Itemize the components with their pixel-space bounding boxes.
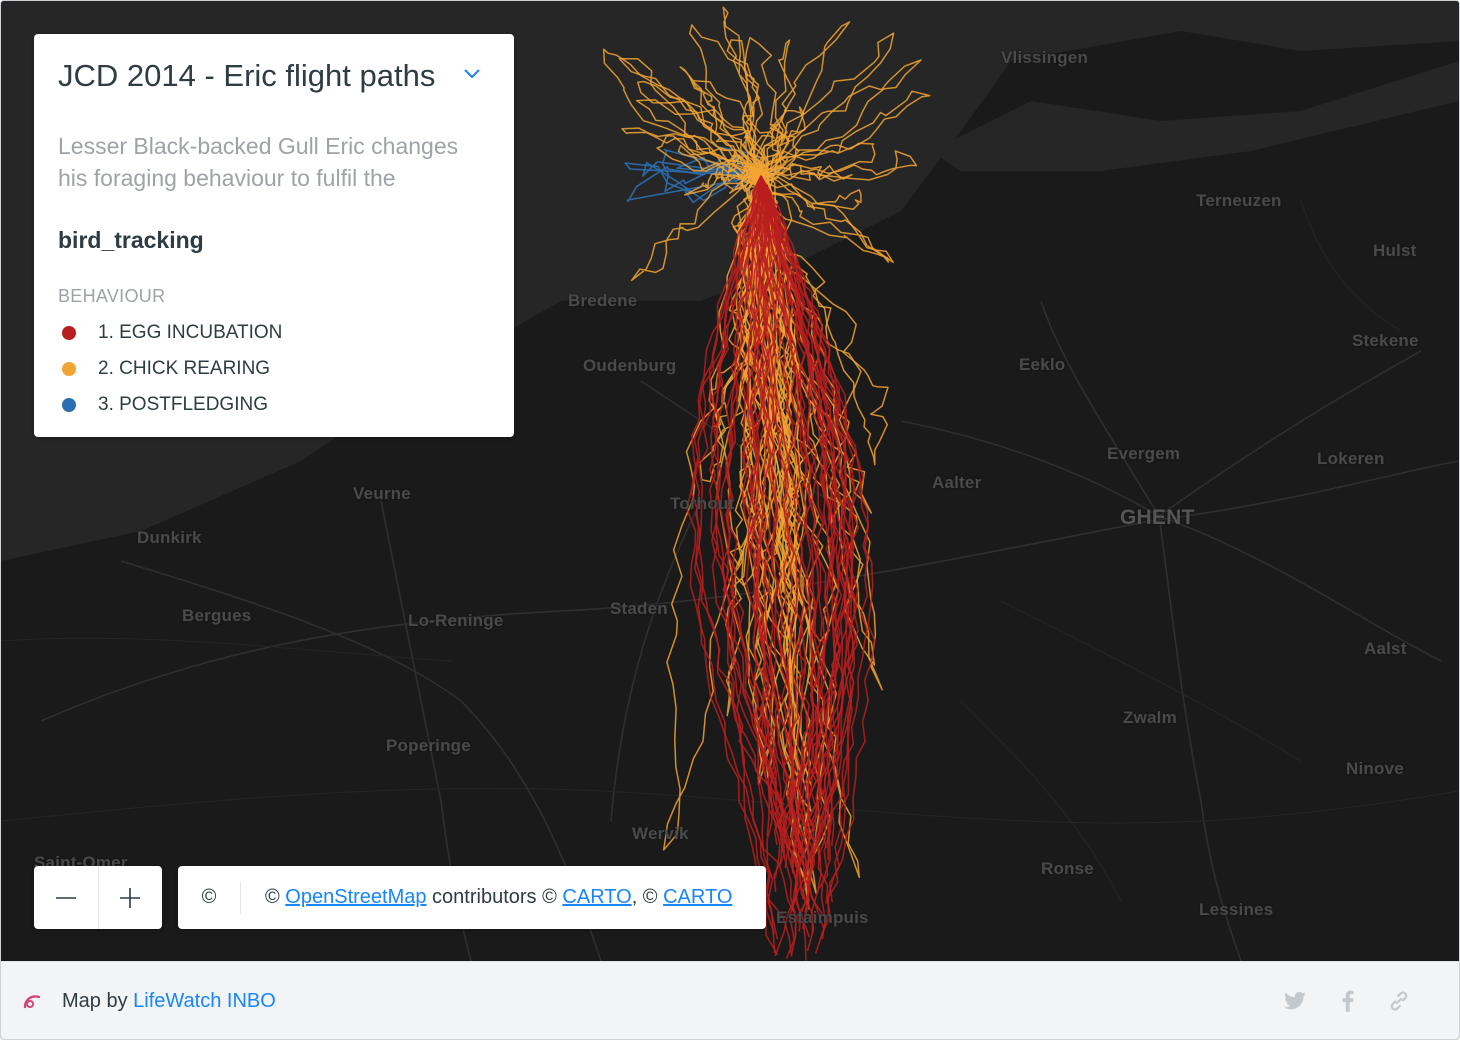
place-label: Oudenburg: [583, 356, 677, 375]
place-label: Aalter: [932, 473, 982, 492]
place-label: Bergues: [182, 606, 252, 625]
place-label: Bredene: [568, 291, 638, 310]
place-label: Poperinge: [386, 736, 471, 755]
place-label: Evergem: [1107, 444, 1181, 463]
facebook-icon[interactable]: [1335, 988, 1361, 1014]
layer-name: bird_tracking: [58, 227, 204, 253]
place-label: Terneuzen: [1196, 191, 1282, 210]
place-label: Aalst: [1364, 639, 1407, 658]
place-label: Eeklo: [1019, 355, 1066, 374]
carto-link[interactable]: CARTO: [562, 886, 631, 908]
place-label: GHENT: [1120, 506, 1195, 529]
attribution-toggle-button[interactable]: ©: [178, 886, 240, 909]
place-label: Vlissingen: [1001, 48, 1089, 67]
author-link[interactable]: LifeWatch INBO: [133, 990, 276, 1012]
legend-category-header: BEHAVIOUR: [58, 286, 166, 306]
openstreetmap-link[interactable]: OpenStreetMap: [285, 886, 426, 908]
legend-item: 1. EGG INCUBATION: [58, 319, 282, 347]
place-label: Lessines: [1199, 900, 1274, 919]
place-label: Ninove: [1346, 759, 1404, 778]
legend-item-label: 1. EGG INCUBATION: [98, 322, 283, 343]
place-label: Hulst: [1373, 241, 1417, 260]
place-label: Torhout: [670, 494, 735, 513]
legend-color-dot: [62, 398, 76, 412]
zoom-control: [34, 866, 162, 929]
place-label: Wervik: [632, 824, 689, 843]
zoom-out-button[interactable]: [34, 866, 98, 929]
place-label: Zwalm: [1123, 708, 1177, 727]
zoom-in-button[interactable]: [99, 866, 163, 929]
legend-item-label: 2. CHICK REARING: [98, 358, 271, 379]
twitter-icon[interactable]: [1282, 988, 1308, 1014]
place-label: Estaimpuis: [776, 908, 869, 927]
carto-link-2[interactable]: CARTO: [663, 886, 732, 908]
legend-item: 2. CHICK REARING: [58, 355, 270, 383]
place-label: Veurne: [353, 484, 411, 503]
legend-color-dot: [62, 326, 76, 340]
plus-icon: [120, 887, 141, 908]
place-label: Dunkirk: [137, 528, 202, 547]
map-credit: Map by LifeWatch INBO: [62, 990, 276, 1012]
legend-panel: JCD 2014 - Eric flight paths Lesser Blac…: [34, 34, 514, 437]
legend-item: 3. POSTFLEDGING: [58, 391, 268, 419]
attribution-text: © OpenStreetMap contributors © CARTO, © …: [265, 886, 733, 908]
map-embed: Vlissingen Terneuzen Hulst Bredene Ouden…: [0, 0, 1460, 1040]
footer: Map by LifeWatch INBO: [1, 961, 1459, 1039]
chevron-down-icon[interactable]: [460, 62, 484, 86]
place-label: Staden: [610, 599, 668, 618]
link-icon[interactable]: [1386, 988, 1412, 1014]
place-label: Stekene: [1352, 331, 1419, 350]
attribution-bar: © © OpenStreetMap contributors © CARTO, …: [178, 866, 766, 929]
legend-color-dot: [62, 362, 76, 376]
legend-title: JCD 2014 - Eric flight paths: [58, 58, 436, 93]
legend-item-label: 3. POSTFLEDGING: [98, 394, 268, 415]
carto-logo-icon: [23, 995, 41, 1009]
place-label: Lo-Reninge: [408, 611, 504, 630]
place-label: Lokeren: [1317, 449, 1385, 468]
minus-icon: [55, 896, 76, 899]
legend-description: Lesser Black-backed Gull Eric changes hi…: [58, 133, 459, 191]
place-label: Ronse: [1041, 859, 1094, 878]
